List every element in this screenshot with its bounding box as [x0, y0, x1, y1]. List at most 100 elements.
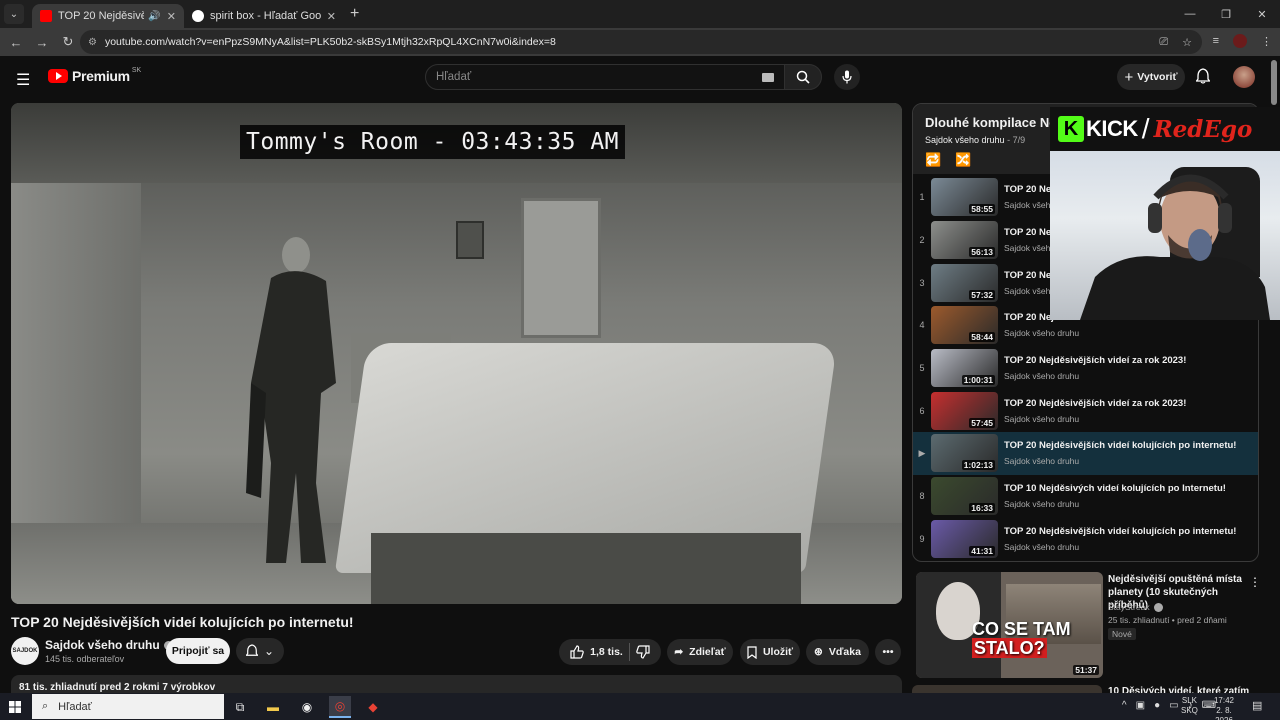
join-button[interactable]: Pripojiť sa: [166, 638, 230, 664]
share-icon: ➦: [674, 646, 684, 658]
create-button[interactable]: + Vytvoriť: [1117, 64, 1185, 90]
site-info-icon[interactable]: ⚙: [88, 37, 97, 48]
close-tab-icon[interactable]: ✕: [327, 10, 336, 23]
language-line-2: SKQ: [1181, 706, 1198, 715]
search-input[interactable]: Hľadať: [425, 64, 785, 90]
keyboard-icon[interactable]: [762, 73, 774, 82]
search-icon: [796, 70, 810, 84]
next-recommendation-thumbnail[interactable]: [912, 685, 1102, 693]
thanks-button[interactable]: ⊛ Vďaka: [806, 639, 869, 665]
playlist-item-title[interactable]: TOP 20 Nejděsivějších videí kolujících p…: [1004, 526, 1254, 537]
task-view-icon[interactable]: ⧉: [229, 696, 251, 718]
playlist-item-title[interactable]: TOP 20 Nejděsivějších videí kolujících p…: [1004, 440, 1254, 451]
more-vertical-icon[interactable]: ⋮: [1249, 575, 1261, 589]
profile-avatar-icon[interactable]: [1233, 34, 1247, 48]
reload-icon[interactable]: ↻: [56, 34, 80, 50]
new-tab-icon[interactable]: +: [350, 5, 359, 23]
address-bar[interactable]: ⚙ youtube.com/watch?v=enPpzS9MNyA&list=P…: [80, 30, 1202, 54]
duration-badge: 56:13: [969, 247, 995, 258]
streamer-name: RedEgo: [1153, 115, 1253, 143]
playlist-item-title[interactable]: TOP 10 Nejděsivých videí kolujících po I…: [1004, 483, 1254, 494]
youtube-premium-logo[interactable]: Premium SK: [48, 67, 141, 84]
shuffle-icon[interactable]: 🔀: [955, 152, 971, 168]
thumbs-down-icon[interactable]: [636, 645, 650, 659]
browser-tab-google[interactable]: spirit box - Hľadať Googlom ✕: [184, 4, 344, 28]
tray-app-icon[interactable]: ▣: [1136, 700, 1145, 711]
recommended-video-thumbnail[interactable]: CO SE TAM STALO? 51:37: [916, 572, 1103, 678]
playlist-item-title[interactable]: TOP 20 Nejděsivějších videí za rok 2023!: [1004, 355, 1254, 366]
subscription-bell-button[interactable]: ⌄: [236, 638, 284, 664]
playlist-item-thumbnail[interactable]: 58:55: [931, 178, 998, 217]
playlist-item-thumbnail[interactable]: 57:32: [931, 263, 998, 302]
playlist-item-thumbnail[interactable]: 16:33: [931, 477, 998, 516]
share-button[interactable]: ➦ Zdieľať: [667, 639, 733, 665]
new-badge: Nové: [1108, 628, 1136, 640]
playlist-channel[interactable]: Sajdok všeho druhu: [925, 135, 1005, 145]
taskbar-clock[interactable]: 17:42 2. 8. 2026: [1207, 696, 1241, 720]
webcam-streamer-figure: [1080, 174, 1270, 320]
playlist-item-index: 4: [919, 320, 925, 331]
like-count[interactable]: 1,8 tis.: [590, 646, 623, 658]
playlist-item-index: 9: [919, 533, 925, 544]
obs-icon[interactable]: ◉: [296, 696, 318, 718]
page-scrollbar[interactable]: [1271, 60, 1277, 105]
notification-center-icon[interactable]: ▤: [1252, 699, 1262, 712]
close-tab-icon[interactable]: ✕: [167, 10, 176, 23]
playlist-item-thumbnail[interactable]: 58:44: [931, 306, 998, 345]
recommended-channel[interactable]: StayStreak: [1108, 602, 1150, 612]
app-icon[interactable]: ◆: [362, 696, 384, 718]
playlist-item-thumbnail[interactable]: 1:02:13: [931, 434, 998, 473]
playlist-item[interactable]: 9 41:31 TOP 20 Nejděsivějších videí kolují…: [913, 518, 1258, 561]
playlist-item-thumbnail[interactable]: 1:00:31: [931, 349, 998, 388]
file-explorer-icon[interactable]: ▬: [262, 696, 284, 718]
start-button[interactable]: [0, 700, 30, 713]
microphone-icon: [842, 70, 852, 84]
more-actions-button[interactable]: •••: [875, 639, 901, 665]
speaker-icon[interactable]: 🔊: [148, 11, 160, 22]
thanks-label: Vďaka: [828, 646, 861, 658]
playlist-item-index: 5: [919, 363, 925, 374]
playlist-item[interactable]: 5 1:00:31 TOP 20 Nejděsivějších videí za r…: [913, 347, 1258, 390]
hamburger-menu-icon[interactable]: ☰: [16, 70, 30, 90]
bookmark-star-icon[interactable]: ☆: [1182, 36, 1192, 49]
playlist-item-thumbnail[interactable]: 57:45: [931, 391, 998, 430]
tray-overflow-icon[interactable]: ^: [1122, 700, 1127, 711]
media-control-icon[interactable]: ≡: [1213, 35, 1219, 47]
playlist-item-thumbnail[interactable]: 56:13: [931, 221, 998, 260]
search-button[interactable]: [784, 64, 822, 90]
minimize-icon[interactable]: —: [1172, 0, 1208, 28]
playlist-title[interactable]: Dlouhé kompilace Ne: [925, 115, 1056, 130]
tab-search-button[interactable]: ⌄: [4, 4, 24, 24]
recommended-channel-row[interactable]: StayStreak: [1108, 602, 1163, 612]
video-player[interactable]: Tommy's Room - 03:43:35 AM: [11, 103, 902, 604]
account-avatar[interactable]: [1233, 66, 1255, 88]
channel-name-row[interactable]: Sajdok všeho druhu: [45, 638, 173, 652]
browser-menu-icon[interactable]: ⋮: [1261, 35, 1272, 48]
close-window-icon[interactable]: ✕: [1244, 0, 1280, 28]
channel-name[interactable]: Sajdok všeho druhu: [45, 638, 160, 652]
thumbs-up-icon[interactable]: [570, 645, 584, 659]
language-indicator[interactable]: SLK SKQ: [1181, 696, 1198, 716]
chevron-down-icon: ⌄: [263, 644, 275, 658]
save-button[interactable]: Uložiť: [740, 639, 800, 665]
restore-icon[interactable]: ❐: [1208, 0, 1244, 28]
video-frame-bed-base: [371, 533, 801, 604]
taskbar-search-input[interactable]: ⌕ Hľadať: [32, 694, 224, 719]
playlist-item[interactable]: ▶ 1:02:13 TOP 20 Nejděsivějších videí kolu…: [913, 432, 1258, 475]
playlist-item-thumbnail[interactable]: 41:31: [931, 519, 998, 558]
browser-tab-youtube[interactable]: TOP 20 Nejděsivějších vide 🔊 ✕: [32, 4, 184, 28]
playlist-item-title[interactable]: TOP 20 Nejděsivějších videí za rok 2023!: [1004, 398, 1254, 409]
playlist-item[interactable]: 8 16:33 TOP 10 Nejděsivých videí kolujícíc…: [913, 475, 1258, 518]
playlist-item[interactable]: 6 57:45 TOP 20 Nejděsivějších videí za rok…: [913, 389, 1258, 432]
chrome-icon[interactable]: ◎: [329, 696, 351, 718]
channel-avatar[interactable]: SAJDOK: [11, 637, 39, 665]
cast-icon[interactable]: ⎚: [1159, 36, 1168, 49]
loop-icon[interactable]: 🔁: [925, 152, 941, 168]
back-icon[interactable]: ←: [4, 35, 28, 50]
network-icon[interactable]: ▭: [1169, 700, 1178, 711]
recommended-video-meta: 25 tis. zhliadnutí • pred 2 dňami: [1108, 615, 1227, 625]
mic-tray-icon[interactable]: ●: [1154, 700, 1160, 711]
notifications-button[interactable]: [1195, 68, 1211, 89]
voice-search-button[interactable]: [834, 64, 860, 90]
forward-icon[interactable]: →: [30, 35, 54, 50]
